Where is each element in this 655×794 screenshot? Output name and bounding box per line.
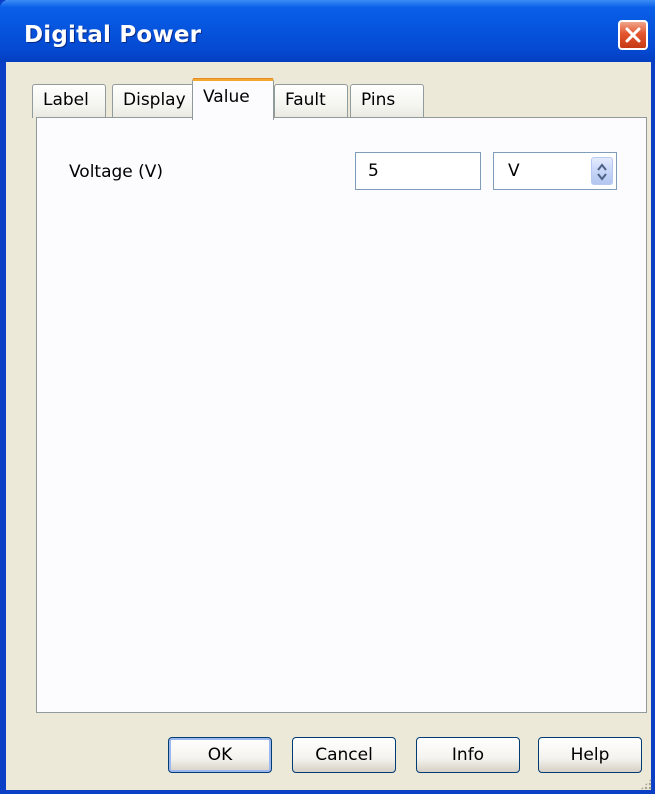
voltage-value-input[interactable]: 5 [355, 152, 481, 190]
tab-label[interactable]: Label [32, 84, 106, 118]
tab-display[interactable]: Display [112, 84, 194, 118]
voltage-label: Voltage (V) [69, 162, 164, 182]
tab-fault-text: Fault [285, 90, 326, 110]
ok-button-label: OK [207, 745, 233, 765]
unit-select[interactable]: V [493, 152, 617, 190]
tab-display-text: Display [123, 90, 186, 110]
tab-pins-text: Pins [361, 90, 396, 110]
dialog-window: Digital Power Label Display Value Fault … [0, 0, 655, 794]
dialog-button-row: OK Cancel Info Help [6, 737, 655, 777]
cancel-button-label: Cancel [315, 745, 373, 765]
help-button[interactable]: Help [538, 737, 642, 773]
info-button[interactable]: Info [416, 737, 520, 773]
tab-fault[interactable]: Fault [274, 84, 348, 118]
window-title: Digital Power [24, 22, 202, 48]
tab-strip: Label Display Value Fault Pins [32, 78, 632, 120]
tab-pins[interactable]: Pins [350, 84, 424, 118]
info-button-label: Info [451, 745, 485, 765]
cancel-button[interactable]: Cancel [292, 737, 396, 773]
tab-label-text: Label [43, 90, 89, 110]
help-button-label: Help [570, 745, 610, 765]
ok-button[interactable]: OK [168, 737, 272, 773]
tab-value-text: Value [203, 87, 250, 107]
value-tab-panel: Voltage (V) 5 V [36, 117, 647, 713]
unit-value-text: V [508, 161, 520, 181]
title-bar[interactable]: Digital Power [0, 0, 655, 62]
tab-value[interactable]: Value [192, 78, 274, 120]
voltage-value-text: 5 [368, 161, 379, 181]
close-icon [625, 27, 641, 43]
unit-spin-button[interactable] [591, 157, 613, 185]
close-button[interactable] [618, 20, 648, 50]
spin-up-down-icon [597, 163, 607, 181]
